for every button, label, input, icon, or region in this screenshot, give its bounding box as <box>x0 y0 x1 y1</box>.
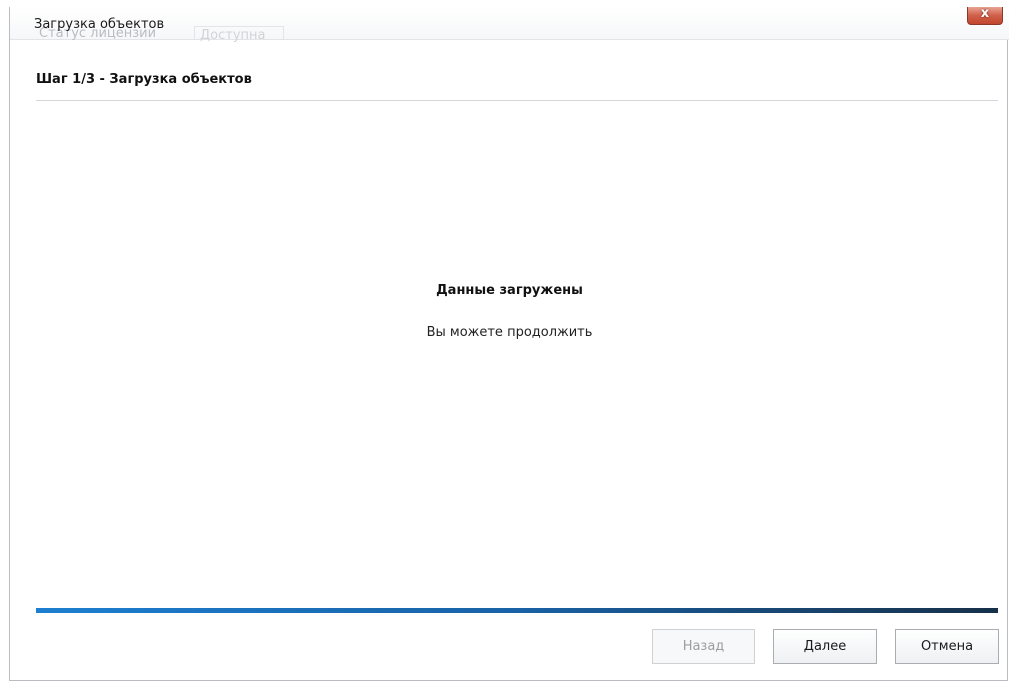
background-tab-label: Доступна <box>200 28 266 43</box>
cancel-button[interactable]: Отмена <box>895 629 999 664</box>
close-button[interactable]: x <box>967 6 1003 25</box>
window-title: Загрузка объектов <box>34 17 165 32</box>
status-message-subtitle: Вы можете продолжить <box>426 325 593 340</box>
close-icon: x <box>980 6 990 21</box>
dialog-window: Статус лицензии Доступна Загрузка объект… <box>9 6 1009 681</box>
back-button[interactable]: Назад <box>652 629 755 664</box>
title-bar[interactable]: Статус лицензии Доступна Загрузка объект… <box>10 6 1009 43</box>
next-button[interactable]: Далее <box>773 629 877 664</box>
progress-bar-fill <box>36 608 998 613</box>
step-title: Шаг 1/3 - Загрузка объектов <box>36 72 252 87</box>
status-message-title: Данные загружены <box>436 283 583 298</box>
progress-bar <box>36 608 998 613</box>
header-divider <box>36 100 998 101</box>
